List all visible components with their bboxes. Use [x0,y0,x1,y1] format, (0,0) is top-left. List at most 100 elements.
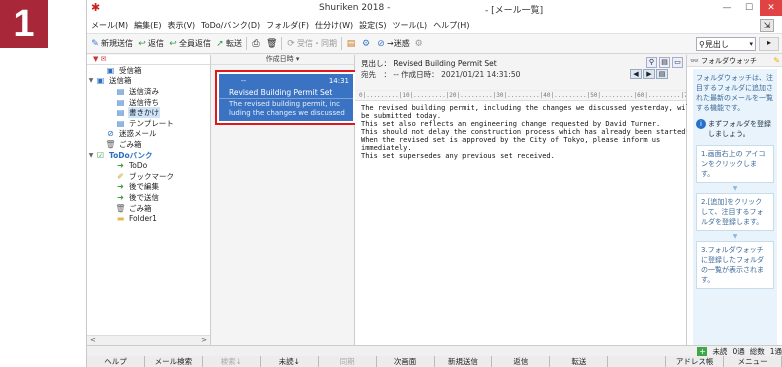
delete-button[interactable]: 🗑 [266,39,277,49]
folder-tree-item[interactable]: ➜ ToDo [87,160,210,171]
menu-view[interactable]: 表示(V) [167,20,195,31]
function-key-bar: ヘルプ メール検索 検索↓ 未読↓ 同期 次画面 新規送信 返信 転送 アドレス帳 メニュー [87,356,782,367]
folder-tree-label: ごみ箱 [129,203,152,213]
mail-time: 14:31 [328,77,349,85]
menu-tools[interactable]: ツール(L) [392,20,427,31]
receive-icon: ⟳ [287,38,295,49]
folder-tree-item[interactable]: ▤ テンプレート [87,118,210,129]
preview-body[interactable]: The revised building permit, including t… [355,101,694,163]
view-mode-icon[interactable]: ▤ [659,57,670,68]
junk-button[interactable]: ⊘ →迷惑 [376,38,409,49]
print-button[interactable]: ⎙ [251,39,262,49]
chevron-down-icon[interactable]: ▾ [749,40,755,48]
attachment-icon[interactable]: ⚲ [646,57,657,68]
search-options-button[interactable]: ▸ [759,37,779,51]
folder-tree-item[interactable]: ➜ 後で送信 [87,192,210,203]
folder-tree-item[interactable]: ➜ 後で編集 [87,182,210,193]
trash-icon: 🗑 [105,139,116,149]
preview-subject: 見出し： Revised Building Permit Set [361,59,497,68]
app-window: ✱ Shuriken 2018 - - [メール一覧] — ☐ ✕ メール(M)… [86,0,782,367]
filter-button[interactable]: ⚙ [361,39,372,49]
window-title-app: Shuriken 2018 - [319,3,391,13]
gear-icon: ⚙ [414,38,423,49]
template-icon: ▤ [116,118,125,128]
receive-button[interactable]: ⟳ 受信・同期 [286,38,337,49]
trash-icon: 🗑 [266,38,278,49]
folder-tree-item[interactable]: ▣ 受信箱 [87,65,210,76]
function-key-button[interactable]: 未読↓ [261,356,319,367]
next-mail-icon[interactable]: ▶ [643,69,655,79]
scroll-right-icon[interactable]: > [201,336,207,345]
inbox-icon: ▣ [106,65,115,75]
function-key-button[interactable]: 次画面 [377,356,435,367]
reply-button[interactable]: ↩ 返信 [137,38,164,49]
mail-info-icon[interactable]: ▤ [656,69,668,79]
prev-mail-icon[interactable]: ◀ [630,69,642,79]
tree-toggle-icon[interactable]: ▼ [87,152,95,159]
menu-mail[interactable]: メール(M) [91,20,128,31]
function-key-button[interactable]: 検索↓ [203,356,261,367]
folder-tree-item[interactable]: ▬ Folder1 [87,213,210,224]
scroll-left-icon[interactable]: < [90,336,96,345]
folder-tree-item[interactable]: 🗑 ごみ箱 [87,203,210,214]
folder-watch-info: i まずフォルダを登録しましょう。 [696,119,774,139]
reply-all-button[interactable]: ↩ 全員返信 [168,38,211,49]
layout-toggle-icon[interactable]: ⇲ [760,19,774,32]
folder-tree-label: ToDoバンク [109,150,153,160]
function-key-button[interactable] [608,356,667,367]
add-watch-icon[interactable]: ✎ [773,56,780,65]
search-input[interactable]: ⚲ 見出し ▾ [696,37,756,51]
function-key-button[interactable]: 同期 [319,356,377,367]
folder-tree-item[interactable]: 🗑 ごみ箱 [87,139,210,150]
app-logo-icon: ✱ [91,1,101,14]
new-mail-button[interactable]: ✎ 新規送信 [90,38,133,49]
preview-header: 見出し： Revised Building Permit Set 宛先 ： --… [355,55,686,101]
settings-button[interactable]: ⚙ [414,39,425,49]
folder-icon: ▬ [116,214,125,224]
detach-icon[interactable]: ▭ [672,57,683,68]
menu-bar: メール(M) 編集(E) 表示(V) ToDo/バンク(D) フォルダ(F) 仕… [87,17,782,34]
folder-tree-item[interactable]: ▼ ☑ ToDoバンク [87,150,210,161]
checkbox-icon: ☑ [96,150,105,160]
maximize-button[interactable]: ☐ [738,0,760,16]
folder-tree-item[interactable]: ⊘ 迷惑メール [87,129,210,140]
function-key-button[interactable]: 新規送信 [435,356,493,367]
filter-icon: ⚙ [361,38,371,49]
folder-tree-item[interactable]: ✐ ブックマーク [87,171,210,182]
tree-toggle-icon[interactable]: ▼ [87,77,95,84]
menu-folder[interactable]: フォルダ(F) [266,20,309,31]
function-key-button[interactable]: メニュー [724,356,782,367]
plus-icon[interactable]: + [697,346,708,357]
folder-tree-label: 受信箱 [119,65,142,75]
folder-tree-label: ごみ箱 [119,139,142,149]
folder-watch-header: 👓 フォルダウォッチ ✎ [687,55,782,67]
address-book-button[interactable]: ▤ [346,39,357,49]
folder-tree-label: 迷惑メール [119,129,157,139]
junk-icon: ⊘ [377,38,385,49]
folder-tree-item[interactable]: ▼ ▣ 送信箱 [87,76,210,87]
function-key-button[interactable]: 返信 [492,356,551,367]
menu-sort[interactable]: 仕分け(W) [315,20,353,31]
function-key-button[interactable]: メール検索 [145,356,203,367]
folder-watch-step-2: 2.[追加]をクリックして、注目するフォルダを登録します。 [696,193,774,231]
function-key-button[interactable]: 転送 [550,356,609,367]
minimize-button[interactable]: — [716,0,738,16]
folder-tree-label: 送信箱 [109,76,132,86]
function-key-button[interactable]: ヘルプ [87,356,145,367]
function-key-button[interactable]: アドレス帳 [666,356,725,367]
sort-column-header[interactable]: 作成日時 ▾ [211,55,354,65]
folder-tree-item[interactable]: ▤ 書きかけ [87,107,210,119]
menu-edit[interactable]: 編集(E) [134,20,161,31]
menu-help[interactable]: ヘルプ(H) [433,20,469,31]
mail-list-item[interactable]: -- 14:31 Revised Building Permit Set The… [215,70,357,125]
menu-settings[interactable]: 設定(S) [359,20,386,31]
close-button[interactable]: ✕ [760,0,782,16]
menu-todo-bank[interactable]: ToDo/バンク(D) [201,20,260,31]
mail-list-pane: 作成日時 ▾ -- 14:31 Revised Building Permit … [211,55,357,345]
status-bar: + 未読 0通 総数 1通 [87,345,782,357]
edit-later-icon: ➜ [117,182,124,192]
forward-button[interactable]: ➚ 転送 [215,38,242,49]
horizontal-scrollbar[interactable]: < > [87,335,210,345]
folder-tree-item[interactable]: ▤ 送信待ち [87,97,210,108]
folder-tree-item[interactable]: ▤ 送信済み [87,86,210,97]
